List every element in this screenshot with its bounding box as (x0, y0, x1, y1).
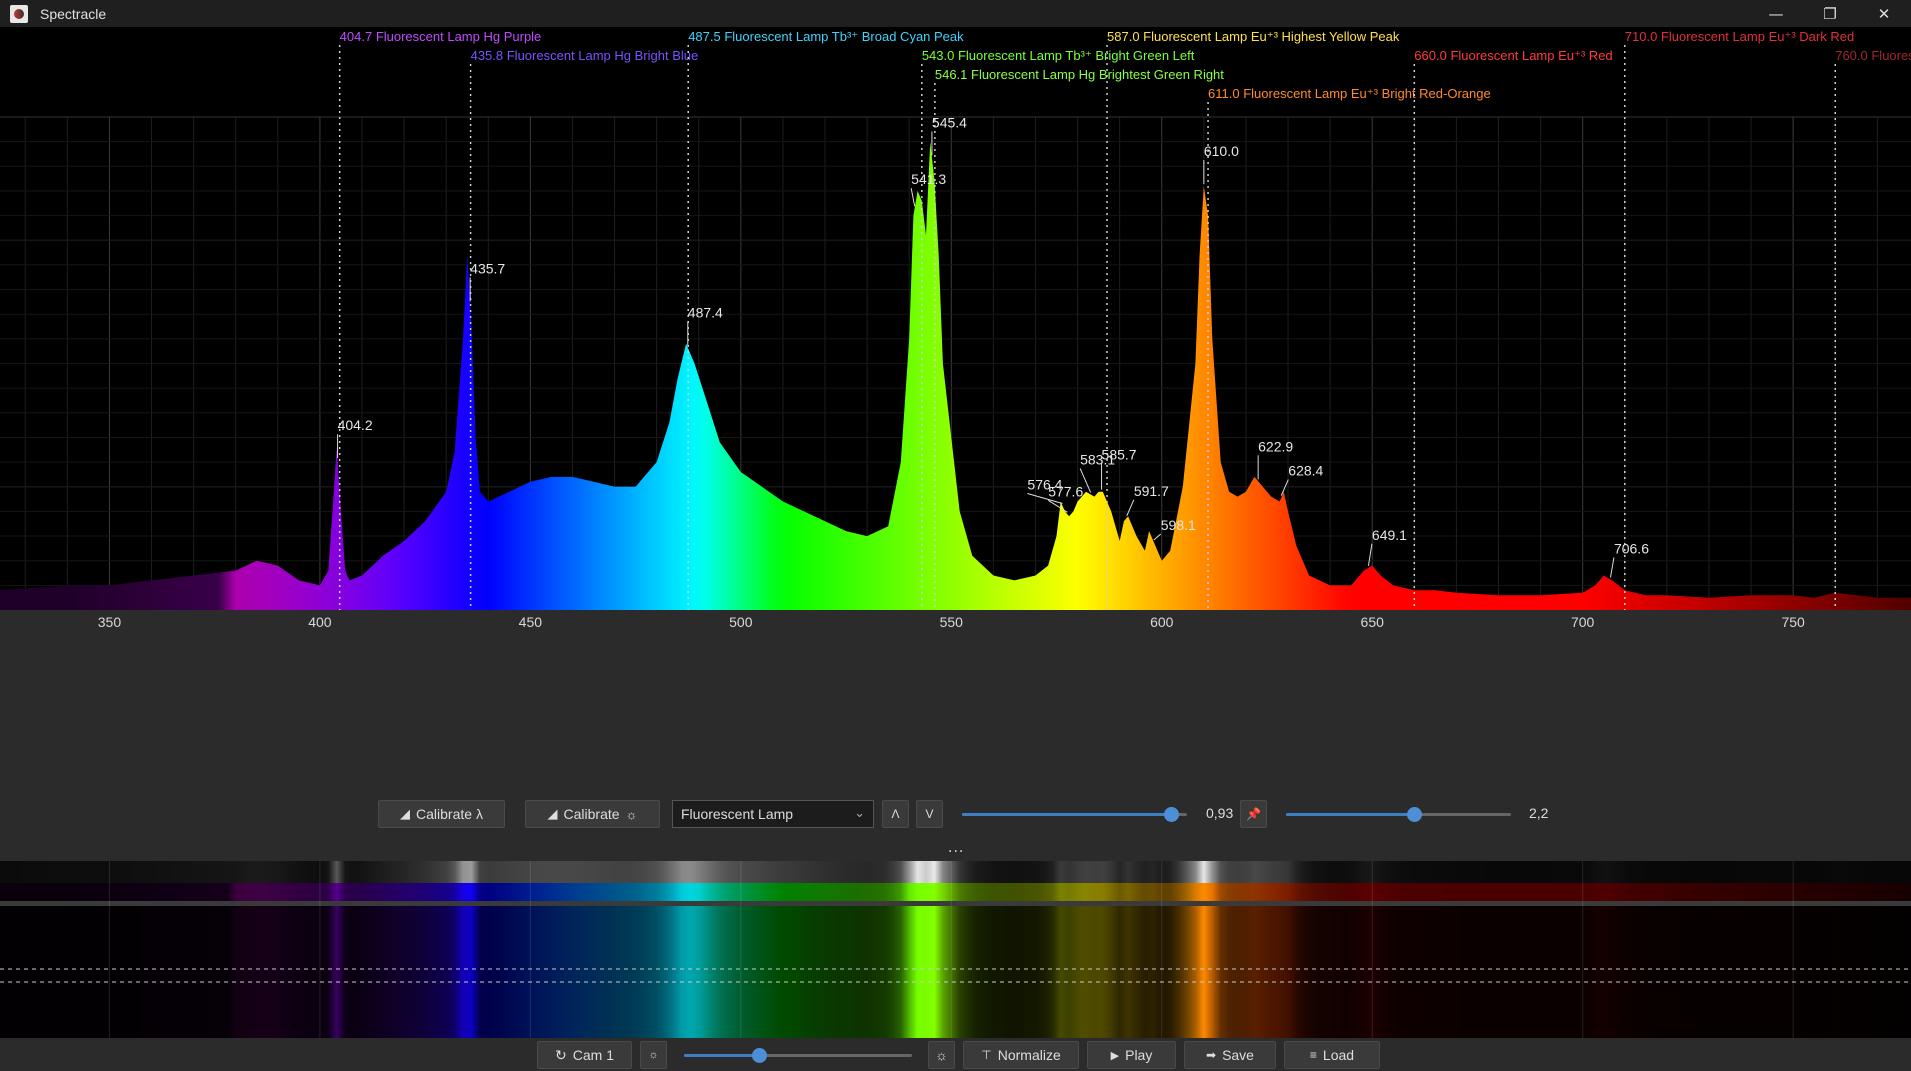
spectrum-chart[interactable]: 404.7 Fluorescent Lamp Hg Purple 435.8 Fl… (0, 27, 1911, 743)
x-tick-label: 650 (1361, 614, 1385, 630)
peak-leader (1367, 543, 1373, 566)
intensity-strip (0, 861, 1911, 883)
sun-icon: ☼ (625, 806, 638, 822)
calibrate-intensity-button[interactable]: ◢ Calibrate ☼ (525, 800, 660, 828)
ruler-icon: ◢ (547, 806, 558, 821)
camera-button[interactable]: ↻ Cam 1 (537, 1041, 632, 1069)
reference-label: 710.0 Fluorescent Lamp Eu⁺³ Dark Red (1625, 29, 1854, 44)
slider-handle[interactable] (1164, 807, 1180, 822)
restore-button[interactable]: ❐ (1803, 0, 1857, 27)
app-icon (10, 4, 28, 23)
gain-value: 2,2 (1529, 805, 1549, 821)
exposure-slider[interactable] (684, 1045, 912, 1065)
reference-label: 587.0 Fluorescent Lamp Eu⁺³ Highest Yell… (1107, 29, 1400, 44)
peak-label: 404.2 (338, 417, 373, 433)
controls-panel: ◢ Calibrate λ ◢ Calibrate ☼ Fluorescent … (0, 743, 1911, 861)
x-tick-label: 450 (519, 614, 543, 630)
spectrogram-view[interactable] (0, 861, 1911, 1038)
waterfall-image (0, 906, 1911, 1038)
brightness-low-button[interactable]: ☼ (640, 1041, 667, 1069)
color-strip (0, 883, 1911, 901)
threshold-slider[interactable] (962, 804, 1187, 824)
normalize-button[interactable]: ⊤ Normalize (963, 1041, 1079, 1069)
reference-label: 404.7 Fluorescent Lamp Hg Purple (340, 29, 542, 44)
pin-button[interactable]: 📌 (1240, 800, 1267, 828)
save-icon: ➡ (1206, 1048, 1217, 1062)
peak-label: 649.1 (1372, 527, 1407, 543)
load-icon: ≡ (1309, 1048, 1317, 1062)
pin-icon: 📌 (1246, 807, 1261, 821)
peak-label: 435.7 (470, 260, 505, 276)
x-tick-label: 350 (98, 614, 122, 630)
peak-leader (1126, 499, 1135, 517)
peak-label: 585.7 (1102, 447, 1137, 463)
reference-label: 546.1 Fluorescent Lamp Hg Brightest Gree… (935, 67, 1224, 82)
x-tick-label: 750 (1781, 614, 1805, 630)
peak-label: 622.9 (1258, 438, 1293, 454)
x-tick-label: 700 (1571, 614, 1595, 630)
title-bar: Spectracle — ❐ ✕ (0, 0, 1911, 27)
peak-label: 577.6 (1048, 483, 1083, 499)
peak-label: 610.0 (1204, 143, 1239, 159)
x-tick-label: 550 (940, 614, 964, 630)
reference-select[interactable]: Fluorescent Lamp ⌄ (672, 800, 874, 828)
calibrate-wavelength-button[interactable]: ◢ Calibrate λ (378, 800, 505, 828)
peak-label: 487.4 (688, 305, 723, 321)
peak-label: 598.1 (1161, 517, 1196, 533)
x-tick-label: 500 (729, 614, 753, 630)
next-reference-button[interactable]: V (916, 800, 943, 828)
ruler-icon: ◢ (400, 806, 411, 821)
previous-reference-button[interactable]: Λ (882, 800, 909, 828)
x-tick-label: 600 (1150, 614, 1174, 630)
reference-label: 760.0 Fluorescent Lamp Ar Infrared (1835, 48, 1911, 63)
slider-handle[interactable] (752, 1048, 768, 1063)
play-button[interactable]: ▶ Play (1087, 1041, 1176, 1069)
chevron-up-icon: Λ (891, 807, 900, 821)
sun-icon: ☼ (935, 1047, 948, 1063)
spectrum-plot[interactable]: 404.7 Fluorescent Lamp Hg Purple 435.8 Fl… (0, 27, 1911, 743)
spectrogram-image (0, 861, 1911, 1038)
reference-label: 611.0 Fluorescent Lamp Eu⁺³ Bright Red-O… (1208, 86, 1491, 101)
threshold-value: 0,93 (1206, 805, 1234, 821)
slider-handle[interactable] (1407, 807, 1423, 822)
bottom-toolbar: ↻ Cam 1 ☼ ☼ ⊤ Normalize ▶ Play ➡ Save ≡ … (0, 1038, 1911, 1071)
refresh-icon: ↻ (555, 1046, 567, 1063)
reference-label: 543.0 Fluorescent Lamp Tb³⁺ Bright Green… (922, 48, 1195, 63)
reference-label: 660.0 Fluorescent Lamp Eu⁺³ Red (1414, 48, 1612, 63)
peak-label: 706.6 (1614, 540, 1649, 556)
more-options-handle[interactable]: ... (948, 840, 964, 856)
window-controls: — ❐ ✕ (1749, 0, 1911, 27)
strip-divider (0, 901, 1911, 906)
window-title: Spectracle (40, 5, 107, 22)
peak-leader (1153, 533, 1162, 541)
brightness-high-button[interactable]: ☼ (928, 1041, 955, 1069)
gain-slider[interactable] (1286, 804, 1511, 824)
peak-label: 541.3 (911, 171, 946, 187)
load-button[interactable]: ≡ Load (1284, 1041, 1380, 1069)
sun-small-icon: ☼ (648, 1049, 659, 1061)
close-button[interactable]: ✕ (1857, 0, 1911, 27)
peak-leader (1280, 479, 1289, 496)
reference-label: 487.5 Fluorescent Lamp Tb³⁺ Broad Cyan P… (688, 29, 964, 44)
peak-label: 628.4 (1288, 463, 1323, 479)
peak-label: 545.4 (932, 114, 967, 130)
peak-label: 591.7 (1134, 483, 1169, 499)
save-button[interactable]: ➡ Save (1184, 1041, 1276, 1069)
chevron-down-icon: V (925, 807, 934, 821)
chevron-down-icon: ⌄ (854, 805, 865, 820)
play-icon: ▶ (1110, 1049, 1120, 1062)
reference-label: 435.8 Fluorescent Lamp Hg Bright Blue (471, 48, 699, 63)
minimize-button[interactable]: — (1749, 0, 1803, 27)
x-tick-label: 400 (308, 614, 332, 630)
normalize-icon: ⊤ (981, 1048, 992, 1062)
